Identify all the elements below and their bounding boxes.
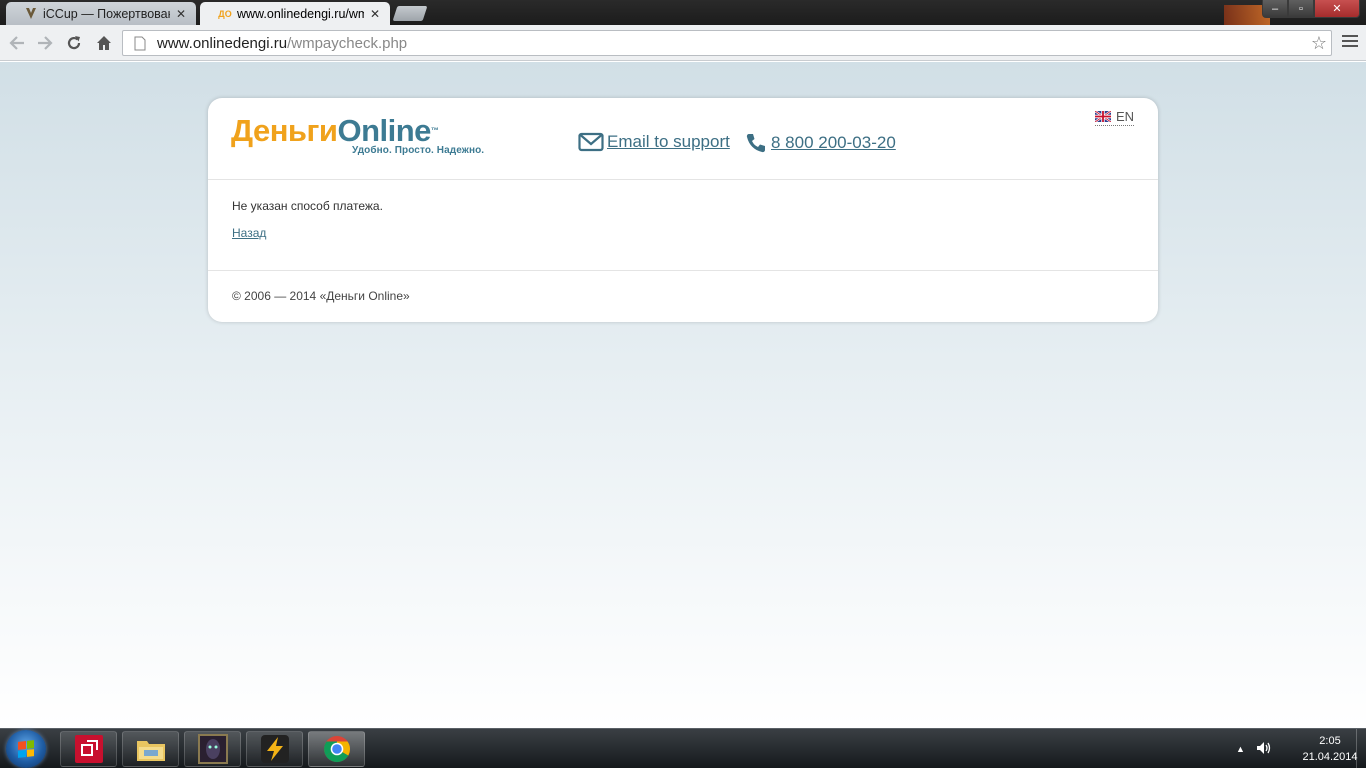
page-icon	[131, 36, 149, 51]
reload-icon	[67, 36, 81, 50]
iccup-favicon	[24, 7, 38, 21]
back-button[interactable]	[6, 32, 28, 54]
site-header: ДеньгиOnline™ Удобно. Просто. Надежно. E…	[208, 98, 1158, 180]
browser-toolbar: www.onlinedengi.ru /wmpaycheck.php ☆	[0, 25, 1366, 61]
show-desktop-button[interactable]	[1356, 729, 1366, 768]
minimize-button[interactable]: ‒	[1262, 0, 1288, 18]
site-logo[interactable]: ДеньгиOnline™ Удобно. Просто. Надежно.	[231, 114, 485, 157]
chrome-menu-icon[interactable]	[1342, 35, 1358, 50]
window-controls: ‒ ▫ ✕	[1262, 0, 1360, 18]
address-bar[interactable]: www.onlinedengi.ru /wmpaycheck.php ☆	[122, 30, 1332, 56]
email-support-link[interactable]: Email to support	[607, 132, 730, 152]
language-switcher[interactable]: EN	[1094, 109, 1134, 126]
taskbar-winamp[interactable]	[246, 731, 303, 767]
back-link[interactable]: Назад	[232, 226, 266, 240]
taskbar-clock[interactable]: 2:05 21.04.2014	[1300, 733, 1360, 765]
file-explorer-icon	[136, 741, 165, 761]
system-tray: ▲ 2:05 21.04.2014	[1206, 729, 1366, 768]
tab-onlinedengi[interactable]: ДО www.onlinedengi.ru/wmp ✕	[200, 2, 390, 25]
copyright-text: © 2006 — 2014 «Деньги Online»	[232, 289, 410, 303]
logo-tagline: Удобно. Просто. Надежно.	[352, 145, 485, 156]
tab-title: iCCup — Пожертвования	[43, 6, 170, 21]
phone-icon	[746, 134, 765, 153]
tab-iccup[interactable]: iCCup — Пожертвования ✕	[6, 2, 196, 25]
logo-en-part: Online	[337, 113, 431, 148]
phone-support: 8 800 200-03-20	[745, 132, 896, 154]
taskbar-game[interactable]	[184, 731, 241, 767]
logo-trademark: ™	[430, 126, 439, 135]
game-icon	[197, 734, 228, 764]
taskbar-app-red[interactable]	[60, 731, 117, 767]
new-tab-button[interactable]	[392, 6, 428, 21]
clock-time: 2:05	[1319, 735, 1341, 747]
home-icon	[97, 36, 111, 50]
maximize-button[interactable]: ▫	[1288, 0, 1314, 18]
tab-close-icon[interactable]: ✕	[368, 7, 382, 21]
site-footer: © 2006 — 2014 «Деньги Online»	[208, 271, 1158, 322]
forward-arrow-icon	[38, 36, 53, 50]
windows-logo-icon	[18, 740, 34, 758]
url-path: /wmpaycheck.php	[287, 34, 408, 52]
forward-button[interactable]	[34, 32, 56, 54]
phone-link[interactable]: 8 800 200-03-20	[771, 133, 896, 153]
uk-flag-icon	[1094, 111, 1111, 122]
app-red-icon	[74, 735, 103, 763]
home-button[interactable]	[93, 32, 115, 54]
logo-wordmark: ДеньгиOnline™	[231, 114, 484, 148]
page-background: ДеньгиOnline™ Удобно. Просто. Надежно. E…	[0, 62, 1366, 728]
taskbar-explorer[interactable]	[122, 731, 179, 767]
volume-icon[interactable]	[1256, 740, 1272, 760]
chrome-icon	[323, 736, 350, 763]
tab-title: www.onlinedengi.ru/wmp	[237, 6, 364, 21]
email-support: Email to support	[578, 132, 730, 152]
url-host: www.onlinedengi.ru	[157, 34, 288, 52]
browser-tabstrip: iCCup — Пожертвования ✕ ДО www.onlineden…	[0, 0, 1366, 25]
mail-icon	[578, 132, 604, 152]
dengi-online-favicon: ДО	[218, 8, 232, 19]
taskbar-chrome[interactable]	[308, 731, 365, 767]
close-window-button[interactable]: ✕	[1314, 0, 1360, 18]
bookmark-star-icon[interactable]: ☆	[1311, 33, 1327, 54]
tray-expand-icon[interactable]: ▲	[1236, 744, 1245, 754]
start-button[interactable]	[6, 730, 46, 768]
windows-taskbar: ▲ 2:05 21.04.2014	[0, 728, 1366, 768]
message-section: Не указан способ платежа. Назад	[208, 180, 1158, 271]
error-message: Не указан способ платежа.	[232, 199, 383, 213]
language-label: EN	[1115, 109, 1134, 124]
reload-button[interactable]	[63, 32, 85, 54]
back-arrow-icon	[9, 36, 24, 50]
tab-close-icon[interactable]: ✕	[174, 7, 188, 21]
main-card: ДеньгиOnline™ Удобно. Просто. Надежно. E…	[208, 98, 1158, 322]
clock-date: 21.04.2014	[1302, 751, 1358, 763]
logo-ru-part: Деньги	[231, 113, 338, 148]
winamp-icon	[260, 735, 289, 763]
